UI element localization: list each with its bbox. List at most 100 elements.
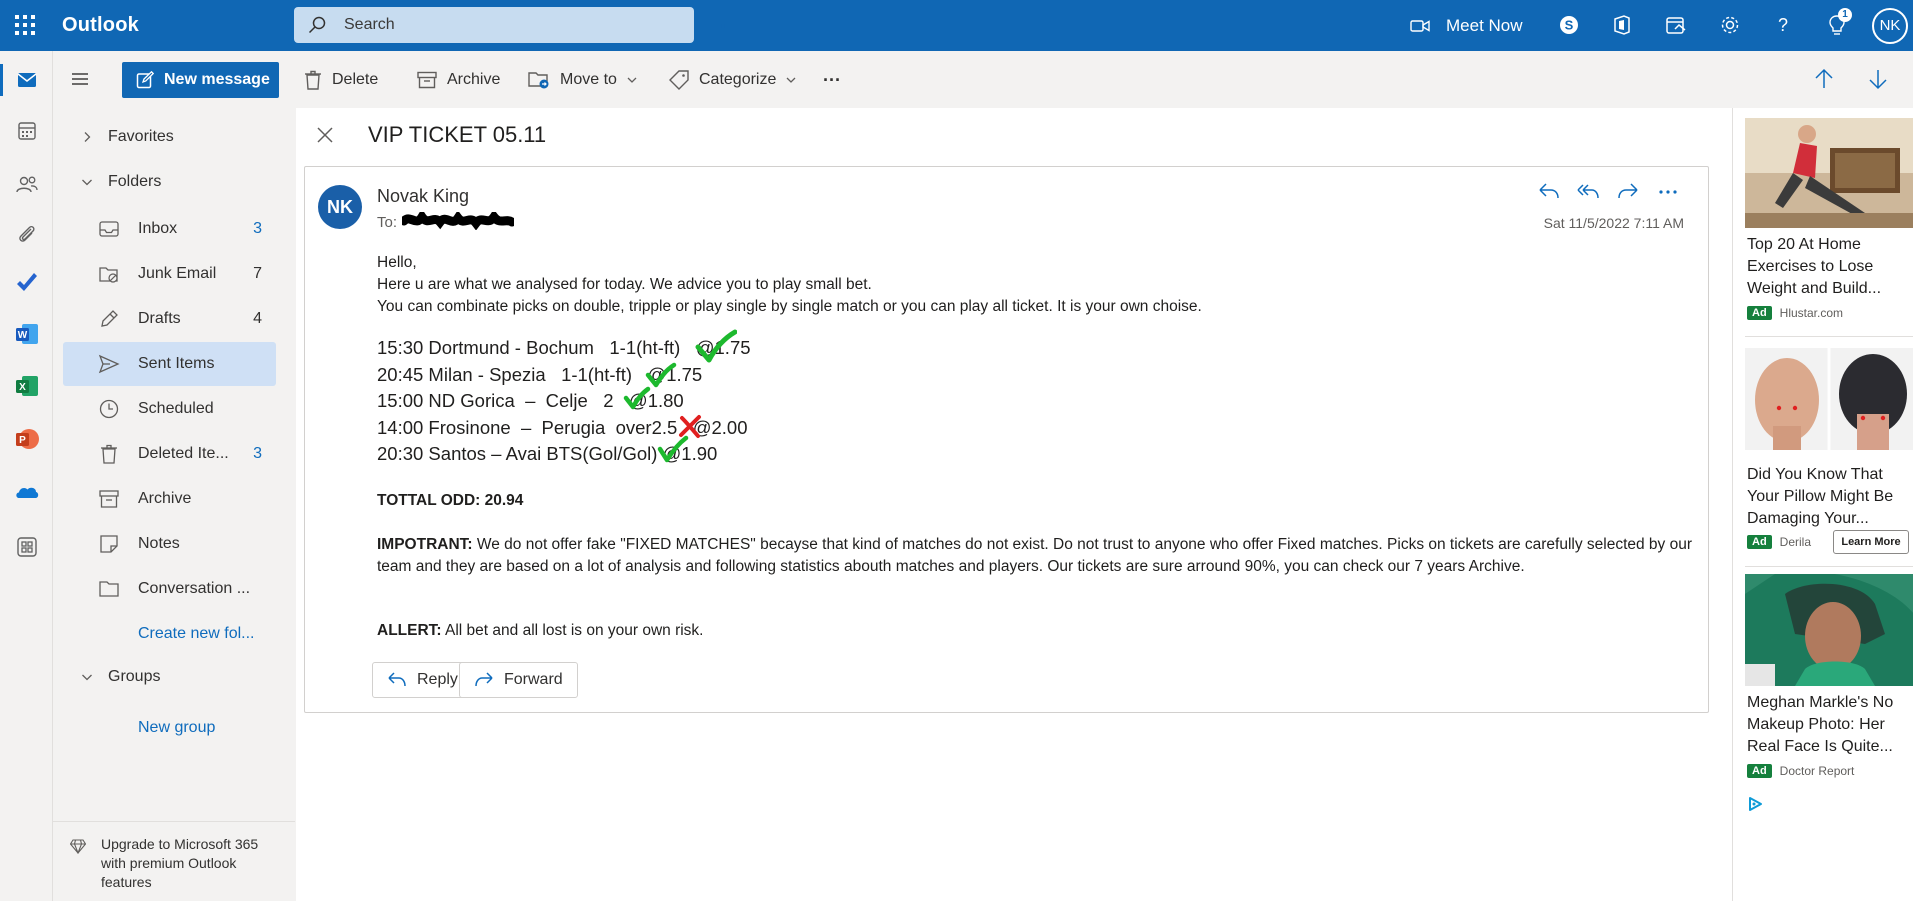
move-to-button[interactable]: Move to — [528, 62, 637, 98]
folder-label: Scheduled — [138, 400, 214, 417]
learn-more-button[interactable]: Learn More — [1833, 530, 1909, 554]
categorize-label: Categorize — [699, 71, 777, 88]
mail-icon[interactable] — [14, 67, 40, 93]
favorites-label: Favorites — [108, 128, 174, 145]
active-app-indicator — [0, 64, 3, 96]
intro-line-2: You can combinate picks on double, tripp… — [377, 298, 1202, 315]
folder-junk-email[interactable]: Junk Email 7 — [63, 252, 276, 296]
ad-title[interactable]: Top 20 At Home Exercises to Lose Weight … — [1747, 234, 1912, 300]
more-actions-button[interactable]: ··· — [823, 62, 841, 98]
reply-icon[interactable] — [1537, 181, 1561, 203]
search-input[interactable]: Search — [344, 16, 395, 34]
reading-pane: NK Novak King To: Sat 11/5/2022 7:11 AM … — [296, 164, 1732, 901]
folder-label: Sent Items — [138, 355, 215, 372]
new-group-link[interactable]: New group — [138, 719, 215, 737]
drafts-pencil-icon — [101, 310, 118, 327]
close-icon[interactable] — [316, 126, 334, 144]
meet-now-label: Meet Now — [1446, 15, 1523, 35]
more-apps-icon[interactable] — [14, 534, 40, 560]
folder-pane: Favorites Folders Inbox 3 Junk Email 7 D… — [53, 108, 295, 901]
folder-conversation-history[interactable]: Conversation ... — [63, 567, 276, 611]
meet-now-button[interactable]: Meet Now — [1410, 0, 1523, 51]
top-bar: Outlook Search Meet Now S ? 1 NK — [0, 0, 1913, 51]
reply-button[interactable]: Reply — [372, 662, 473, 698]
check-mark-icon — [657, 435, 689, 463]
chevron-right-icon — [84, 132, 91, 142]
search-box[interactable]: Search — [294, 7, 725, 43]
ad-source: Hlustar.com — [1779, 306, 1844, 320]
ad-title[interactable]: Meghan Markle's No Makeup Photo: Her Rea… — [1747, 692, 1912, 758]
folder-archive[interactable]: Archive — [63, 477, 276, 521]
more-options-icon[interactable] — [1656, 181, 1680, 203]
onedrive-icon[interactable] — [14, 479, 40, 505]
upgrade-text: Upgrade to Microsoft 365 with premium Ou… — [101, 836, 259, 890]
message-date: Sat 11/5/2022 7:11 AM — [1543, 215, 1684, 231]
sender-avatar[interactable]: NK — [318, 185, 362, 229]
excel-icon[interactable]: X — [14, 373, 40, 399]
adchoices-icon[interactable] — [1747, 796, 1763, 812]
ad-image-exercise[interactable] — [1745, 118, 1913, 228]
account-avatar[interactable]: NK — [1872, 8, 1908, 44]
compose-icon — [136, 71, 154, 89]
folder-scheduled[interactable]: Scheduled — [63, 387, 276, 431]
skype-icon[interactable]: S — [1558, 14, 1580, 36]
my-day-icon[interactable] — [1665, 14, 1687, 36]
attachment-icon[interactable] — [14, 221, 40, 247]
archive-button[interactable]: Archive — [417, 62, 500, 98]
create-new-folder-link[interactable]: Create new fol... — [138, 625, 255, 643]
arrow-up-icon[interactable] — [1812, 67, 1836, 91]
folder-label: Deleted Ite... — [138, 445, 229, 462]
forward-icon[interactable] — [1616, 181, 1640, 203]
hamburger-menu-icon[interactable] — [71, 71, 89, 87]
forward-button[interactable]: Forward — [459, 662, 578, 698]
important-text: We do not offer fake "FIXED MATCHES" bec… — [377, 536, 1693, 575]
tag-icon — [669, 70, 689, 90]
settings-gear-icon[interactable] — [1719, 14, 1741, 36]
app-launcher-icon[interactable] — [14, 14, 36, 36]
reply-all-icon[interactable] — [1576, 181, 1600, 203]
delete-label: Delete — [332, 71, 379, 88]
categorize-button[interactable]: Categorize — [669, 62, 796, 98]
ad-badge: Ad — [1747, 764, 1772, 778]
chevron-down-icon — [627, 77, 637, 83]
powerpoint-icon[interactable]: P — [14, 426, 40, 452]
app-rail: W X P — [0, 51, 53, 901]
item-count: 7 — [253, 265, 262, 282]
ad-source: Derila — [1779, 535, 1812, 549]
calendar-icon[interactable] — [14, 118, 40, 144]
archive-label: Archive — [447, 71, 501, 88]
delete-button[interactable]: Delete — [304, 62, 378, 98]
people-icon[interactable] — [14, 171, 40, 197]
folder-inbox[interactable]: Inbox 3 — [63, 207, 276, 251]
search-cursor — [721, 24, 725, 28]
unread-count: 3 — [253, 220, 262, 237]
todo-icon[interactable] — [14, 270, 40, 296]
send-icon — [98, 354, 120, 374]
new-message-button[interactable]: New message — [122, 62, 279, 98]
folder-deleted-items[interactable]: Deleted Ite... 3 — [63, 432, 276, 476]
ad-title[interactable]: Did You Know That Your Pillow Might Be D… — [1747, 464, 1912, 530]
ad-divider — [1745, 336, 1913, 337]
junk-icon — [99, 267, 118, 283]
folder-sent-items[interactable]: Sent Items — [63, 342, 276, 386]
message-card: NK Novak King To: Sat 11/5/2022 7:11 AM … — [304, 166, 1709, 713]
check-mark-icon — [695, 329, 737, 363]
app-title[interactable]: Outlook — [62, 14, 139, 37]
word-icon[interactable]: W — [14, 321, 40, 347]
chevron-down-icon — [82, 674, 92, 681]
check-mark-icon — [623, 386, 651, 410]
folder-notes[interactable]: Notes — [63, 522, 276, 566]
ads-column: Top 20 At Home Exercises to Lose Weight … — [1732, 108, 1913, 901]
office-icon[interactable] — [1611, 14, 1633, 36]
help-icon[interactable]: ? — [1772, 14, 1794, 36]
ad-image-celebrity[interactable] — [1745, 574, 1913, 686]
arrow-down-icon[interactable] — [1866, 67, 1890, 91]
video-camera-icon — [1410, 19, 1430, 32]
sender-name[interactable]: Novak King — [377, 186, 469, 207]
message-intro: Hello, Here u are what we analysed for t… — [377, 252, 1687, 318]
total-odd: TOTTAL ODD: 20.94 — [377, 492, 524, 509]
ad-image-pillow[interactable] — [1745, 348, 1913, 450]
folder-label: Notes — [138, 535, 180, 552]
folder-drafts[interactable]: Drafts 4 — [63, 297, 276, 341]
upgrade-banner[interactable]: Upgrade to Microsoft 365 with premium Ou… — [53, 821, 295, 890]
